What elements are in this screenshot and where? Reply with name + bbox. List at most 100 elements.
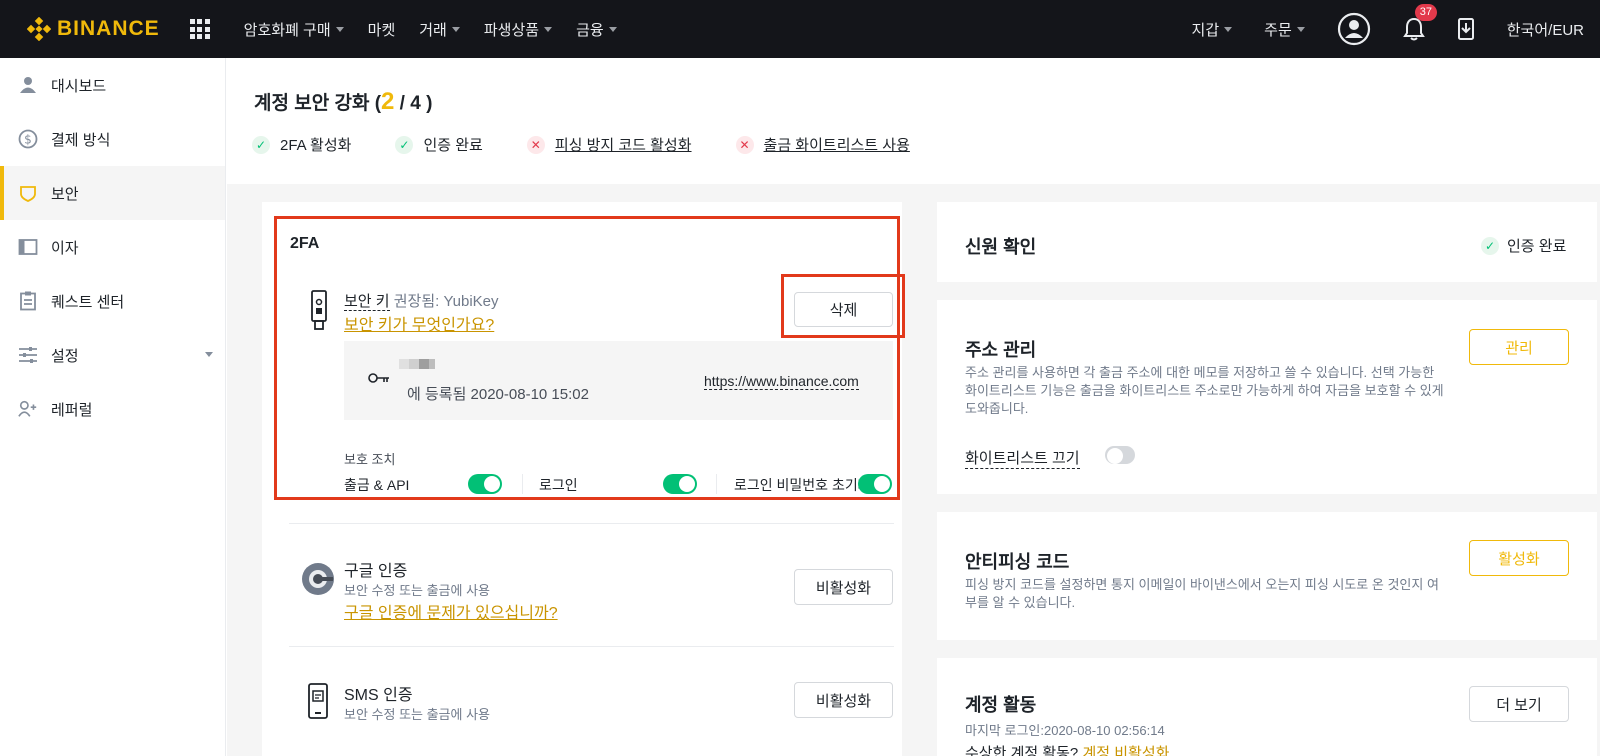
google-auth-help-link[interactable]: 구글 인증에 문제가 있으십니까? bbox=[344, 599, 558, 623]
sms-auth-disable-button[interactable]: 비활성화 bbox=[794, 682, 893, 718]
identity-status-label: 인증 완료 bbox=[1507, 238, 1567, 255]
nav-label: 금융 bbox=[576, 21, 604, 39]
sidebar-item-payment[interactable]: $ 결제 방식 bbox=[0, 112, 225, 166]
sidebar-item-quest-center[interactable]: 퀘스트 센터 bbox=[0, 274, 225, 328]
google-auth-title: 구글 인증 bbox=[344, 563, 408, 580]
check-whitelist[interactable]: ✕ 출금 화이트리스트 사용 bbox=[735, 134, 910, 155]
sidebar-item-label: 레퍼럴 bbox=[51, 401, 93, 419]
add-user-icon bbox=[18, 399, 38, 419]
twofa-title: 2FA bbox=[290, 235, 320, 252]
dollar-icon: $ bbox=[18, 129, 38, 149]
nav-label: 지갑 bbox=[1191, 21, 1220, 39]
main-nav: 암호화폐 구매 마켓 거래 파생상품 금융 bbox=[232, 19, 629, 40]
protection-withdraw-toggle[interactable] bbox=[468, 474, 502, 494]
check-2fa: ✓ 2FA 활성화 bbox=[252, 134, 351, 155]
sidebar-item-label: 대시보드 bbox=[51, 77, 107, 95]
security-progress-current: 2 bbox=[381, 88, 395, 115]
nav-buy-crypto[interactable]: 암호화폐 구매 bbox=[244, 19, 344, 40]
protection-login-toggle[interactable] bbox=[663, 474, 697, 494]
whitelist-label: 화이트리스트 끄기 bbox=[965, 447, 1080, 469]
key-name-redacted bbox=[399, 359, 435, 369]
binance-logo[interactable]: BINANCE bbox=[27, 17, 160, 41]
user-icon bbox=[18, 75, 38, 95]
check-antiphishing[interactable]: ✕ 피싱 방지 코드 활성화 bbox=[526, 134, 692, 155]
divider bbox=[716, 474, 717, 494]
antiphishing-card: 안티피싱 코드 피싱 방지 코드를 설정하면 통지 이메일이 바이낸스에서 오는… bbox=[937, 512, 1597, 640]
cross-icon: ✕ bbox=[526, 135, 545, 154]
identity-status: ✓ 인증 완료 bbox=[1481, 235, 1566, 256]
protection-reset-password-toggle[interactable] bbox=[858, 474, 892, 494]
sidebar-item-dashboard[interactable]: 대시보드 bbox=[0, 58, 225, 112]
sidebar-item-interest[interactable]: 이자 bbox=[0, 220, 225, 274]
check-link[interactable]: 피싱 방지 코드 활성화 bbox=[555, 134, 692, 155]
nav-wallet[interactable]: 지갑 bbox=[1192, 19, 1233, 40]
google-authenticator-icon bbox=[301, 562, 335, 601]
nav-orders[interactable]: 주문 bbox=[1264, 19, 1305, 40]
suspicious-label: 수상한 계정 활동? bbox=[965, 745, 1079, 756]
profile-button[interactable] bbox=[1337, 12, 1371, 46]
nav-label: 암호화폐 구매 bbox=[243, 21, 331, 39]
nav-trade[interactable]: 거래 bbox=[419, 19, 460, 40]
security-key-help-link[interactable]: 보안 키가 무엇인가요? bbox=[344, 311, 494, 335]
activity-more-button[interactable]: 더 보기 bbox=[1469, 686, 1569, 722]
sidebar-item-security[interactable]: 보안 bbox=[0, 166, 225, 220]
chevron-down-icon bbox=[205, 352, 213, 357]
chevron-down-icon bbox=[335, 26, 344, 32]
nav-markets[interactable]: 마켓 bbox=[368, 19, 396, 40]
nav-label: 주문 bbox=[1264, 21, 1292, 39]
check-label: 2FA 활성화 bbox=[280, 137, 352, 154]
download-icon bbox=[1457, 18, 1474, 40]
check-verification: ✓ 인증 완료 bbox=[395, 134, 483, 155]
whitelist-toggle[interactable] bbox=[1105, 446, 1135, 464]
notifications-button[interactable]: 37 bbox=[1402, 4, 1437, 41]
sidebar-item-label: 결제 방식 bbox=[51, 131, 111, 149]
logo-text: BINANCE bbox=[57, 17, 160, 40]
check-icon: ✓ bbox=[395, 135, 414, 154]
clipboard-icon bbox=[18, 291, 38, 311]
download-button[interactable] bbox=[1457, 17, 1475, 41]
google-auth-disable-button[interactable]: 비활성화 bbox=[794, 569, 893, 605]
key-registered-date: 에 등록됨 2020-08-10 15:02 bbox=[407, 386, 589, 403]
nav-finance[interactable]: 금융 bbox=[576, 19, 617, 40]
antiphishing-activate-button[interactable]: 활성화 bbox=[1469, 540, 1569, 576]
key-icon bbox=[368, 371, 390, 389]
sidebar-item-label: 퀘스트 센터 bbox=[51, 293, 125, 311]
check-link[interactable]: 출금 화이트리스트 사용 bbox=[764, 134, 910, 155]
sidebar: 대시보드 $ 결제 방식 보안 이자 퀘스트 센터 설정 레퍼럴 bbox=[0, 58, 226, 756]
apps-grid-icon[interactable] bbox=[189, 19, 210, 39]
chevron-down-icon bbox=[608, 26, 617, 32]
antiphishing-description: 피싱 방지 코드를 설정하면 통지 이메일이 바이낸스에서 오는지 피싱 시도로… bbox=[965, 577, 1439, 610]
sidebar-item-label: 보안 bbox=[51, 185, 79, 203]
address-manage-button[interactable]: 관리 bbox=[1469, 329, 1569, 365]
activity-title: 계정 활동 bbox=[965, 695, 1037, 715]
check-icon: ✓ bbox=[1481, 236, 1499, 255]
antiphishing-title: 안티피싱 코드 bbox=[965, 552, 1070, 572]
address-title: 주소 관리 bbox=[965, 340, 1037, 360]
sidebar-item-referral[interactable]: 레퍼럴 bbox=[0, 382, 225, 436]
sidebar-item-settings[interactable]: 설정 bbox=[0, 328, 225, 382]
profile-icon bbox=[1337, 12, 1370, 46]
nav-label: 거래 bbox=[419, 21, 447, 39]
delete-security-key-button[interactable]: 삭제 bbox=[794, 292, 893, 327]
notification-badge: 37 bbox=[1414, 4, 1437, 21]
address-card: 주소 관리 주소 관리를 사용하면 각 출금 주소에 대한 메모를 저장하고 쓸… bbox=[937, 300, 1597, 494]
sms-phone-icon bbox=[307, 683, 329, 724]
title-prefix: 계정 보안 강화 ( bbox=[254, 93, 382, 114]
divider bbox=[522, 474, 523, 494]
chevron-down-icon bbox=[544, 26, 553, 32]
google-auth-subtitle: 보안 수정 또는 출금에 사용 bbox=[344, 583, 491, 598]
last-login: 마지막 로그인:2020-08-10 02:56:14 bbox=[965, 723, 1165, 738]
check-label: 인증 완료 bbox=[423, 137, 483, 154]
cross-icon: ✕ bbox=[735, 135, 754, 154]
disable-account-link[interactable]: 계정 비활성화 bbox=[1082, 745, 1169, 756]
identity-title: 신원 확인 bbox=[965, 237, 1037, 257]
sidebar-item-label: 이자 bbox=[51, 239, 79, 257]
sms-auth-title: SMS 인증 bbox=[344, 687, 413, 704]
nav-label: 한국어/EUR bbox=[1506, 21, 1584, 39]
top-nav: BINANCE 암호화폐 구매 마켓 거래 파생상품 금융 지갑 주문 37 한… bbox=[0, 0, 1600, 58]
identity-card: 신원 확인 ✓ 인증 완료 bbox=[937, 202, 1597, 282]
key-url: https://www.binance.com bbox=[704, 373, 859, 390]
locale-selector[interactable]: 한국어/EUR bbox=[1507, 19, 1584, 40]
activity-card: 계정 활동 마지막 로그인:2020-08-10 02:56:14 더 보기 수… bbox=[937, 658, 1597, 756]
nav-derivatives[interactable]: 파생상품 bbox=[484, 19, 553, 40]
